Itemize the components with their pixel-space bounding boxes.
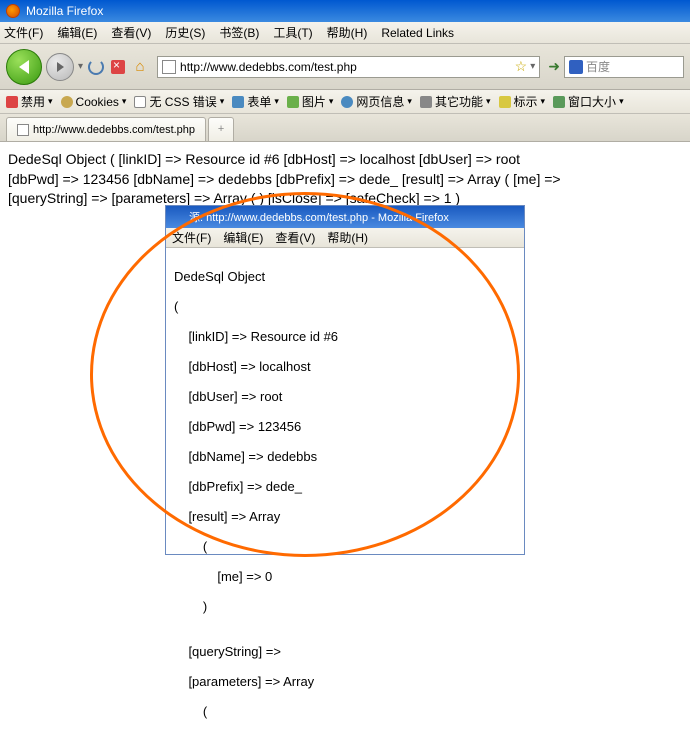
source-menubar: 文件(F) 编辑(E) 查看(V) 帮助(H) (166, 228, 524, 248)
baidu-icon (569, 60, 583, 74)
menu-history[interactable]: 历史(S) (165, 24, 205, 41)
window-title: Mozilla Firefox (26, 4, 103, 18)
dev-forms[interactable]: 表单▾ (232, 93, 279, 110)
dev-cookies[interactable]: Cookies▾ (61, 95, 127, 109)
tab-page-icon (17, 124, 29, 136)
src-line: [parameters] => Array (174, 674, 516, 689)
page-icon (162, 60, 176, 74)
forward-button[interactable] (46, 53, 74, 81)
url-dropdown-icon[interactable]: ▾ (530, 61, 535, 72)
dump-line-1: DedeSql Object ( [linkID] => Resource id… (8, 150, 682, 170)
menu-edit[interactable]: 编辑(E) (57, 24, 97, 41)
nav-toolbar: ▾ ⌂ http://www.dedebbs.com/test.php ☆ ▾ … (0, 44, 690, 90)
src-line: [dbHost] => localhost (174, 359, 516, 374)
stop-icon (111, 60, 125, 74)
url-text: http://www.dedebbs.com/test.php (180, 60, 357, 74)
src-line: [dbUser] => root (174, 389, 516, 404)
search-placeholder: 百度 (586, 58, 610, 75)
dev-disable[interactable]: 禁用▾ (6, 93, 53, 110)
source-titlebar: 源: http://www.dedebbs.com/test.php - Moz… (166, 206, 524, 228)
menu-related-links[interactable]: Related Links (381, 26, 454, 40)
menubar: 文件(F) 编辑(E) 查看(V) 历史(S) 书签(B) 工具(T) 帮助(H… (0, 22, 690, 44)
firefox-icon (6, 4, 20, 18)
menu-view[interactable]: 查看(V) (111, 24, 151, 41)
new-tab-button[interactable]: + (208, 117, 234, 141)
source-title: 源: http://www.dedebbs.com/test.php - Moz… (189, 209, 449, 225)
search-box[interactable]: 百度 (564, 56, 684, 78)
source-body: DedeSql Object ( [linkID] => Resource id… (166, 248, 524, 755)
stop-button[interactable] (109, 58, 127, 76)
src-menu-view[interactable]: 查看(V) (275, 229, 315, 246)
back-button[interactable] (6, 49, 42, 85)
tab-bar: http://www.dedebbs.com/test.php + (0, 114, 690, 142)
arrow-left-icon (19, 60, 29, 74)
src-menu-help[interactable]: 帮助(H) (327, 229, 368, 246)
menu-tools[interactable]: 工具(T) (273, 24, 312, 41)
src-line: DedeSql Object (174, 269, 516, 284)
source-window: 源: http://www.dedebbs.com/test.php - Moz… (165, 205, 525, 555)
src-line: [dbPwd] => 123456 (174, 419, 516, 434)
src-line: [queryString] => (174, 644, 516, 659)
src-menu-edit[interactable]: 编辑(E) (223, 229, 263, 246)
src-menu-file[interactable]: 文件(F) (172, 229, 211, 246)
src-line: ) (174, 599, 516, 614)
history-dropdown-icon[interactable]: ▾ (78, 61, 83, 72)
src-line: [dbPrefix] => dede_ (174, 479, 516, 494)
src-line: [dbName] => dedebbs (174, 449, 516, 464)
arrow-right-icon (57, 62, 64, 72)
address-bar[interactable]: http://www.dedebbs.com/test.php ☆ ▾ (157, 56, 540, 78)
menu-file[interactable]: 文件(F) (4, 24, 43, 41)
dev-annotate[interactable]: 标示▾ (499, 93, 546, 110)
dev-images[interactable]: 图片▾ (287, 93, 334, 110)
bookmark-star-icon[interactable]: ☆ (515, 58, 528, 75)
window-titlebar: Mozilla Firefox (0, 0, 690, 22)
developer-toolbar: 禁用▾ Cookies▾ 无 CSS 错误▾ 表单▾ 图片▾ 网页信息▾ 其它功… (0, 90, 690, 114)
home-button[interactable]: ⌂ (131, 58, 149, 76)
tab-title: http://www.dedebbs.com/test.php (33, 124, 195, 136)
dev-css[interactable]: 无 CSS 错误▾ (134, 93, 224, 110)
menu-bookmarks[interactable]: 书签(B) (219, 24, 259, 41)
src-line: ( (174, 539, 516, 554)
dev-windowsize[interactable]: 窗口大小▾ (553, 93, 624, 110)
src-line: [me] => 0 (174, 569, 516, 584)
dev-misc[interactable]: 其它功能▾ (420, 93, 491, 110)
reload-button[interactable] (87, 58, 105, 76)
src-line: [linkID] => Resource id #6 (174, 329, 516, 344)
dump-line-2: [dbPwd] => 123456 [dbName] => dedebbs [d… (8, 170, 682, 190)
tab-active[interactable]: http://www.dedebbs.com/test.php (6, 117, 206, 141)
firefox-icon (172, 211, 184, 223)
src-line: [result] => Array (174, 509, 516, 524)
src-line: ( (174, 299, 516, 314)
dev-pageinfo[interactable]: 网页信息▾ (341, 93, 412, 110)
go-button[interactable]: ➜ (548, 58, 560, 75)
src-line: ( (174, 704, 516, 719)
reload-icon (88, 59, 104, 75)
menu-help[interactable]: 帮助(H) (327, 24, 368, 41)
